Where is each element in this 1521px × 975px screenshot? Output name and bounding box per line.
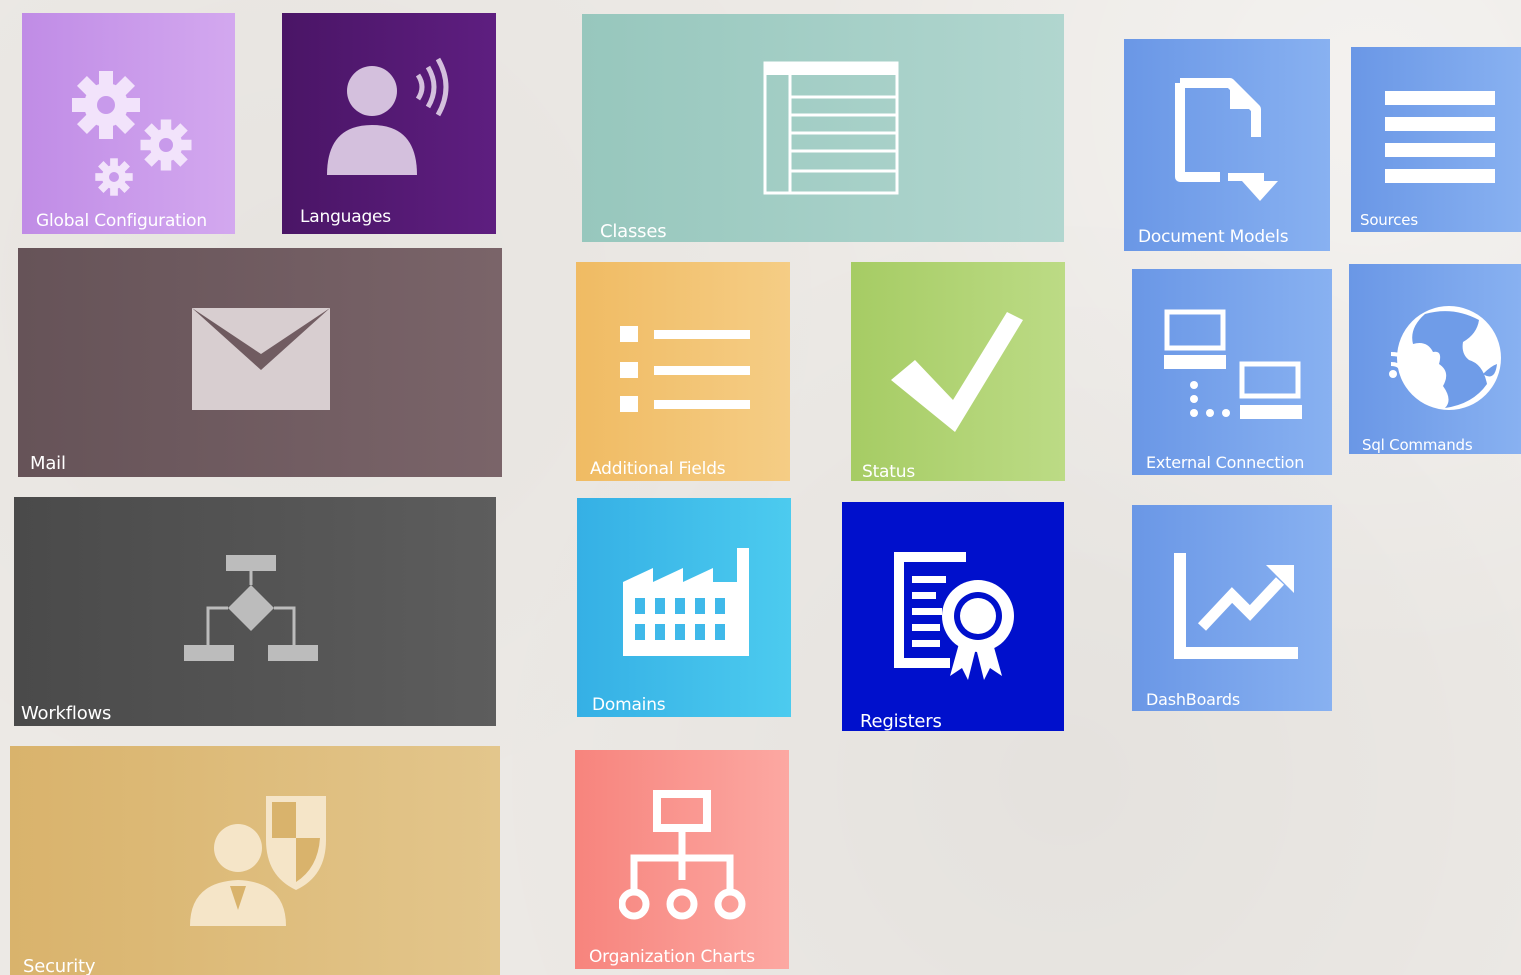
tile-label: Classes [600, 221, 667, 242]
tile-label: Status [862, 462, 915, 481]
user-shield-icon [190, 796, 326, 926]
tile-dashboards[interactable]: DashBoards [1132, 505, 1332, 711]
bulleted-list-icon [620, 326, 750, 412]
tile-label: Organization Charts [589, 947, 755, 967]
tile-label: Languages [300, 207, 391, 227]
factory-icon [623, 548, 749, 656]
tile-additional-fields[interactable]: Additional Fields [576, 262, 790, 481]
gears-icon [72, 71, 192, 196]
tile-registers[interactable]: Registers [842, 502, 1064, 731]
tile-classes[interactable]: Classes [582, 14, 1064, 242]
network-computers-icon [1164, 309, 1302, 419]
tile-organization-charts[interactable]: Organization Charts [575, 750, 789, 969]
tile-workflows[interactable]: Workflows [14, 497, 496, 726]
tile-document-models[interactable]: Document Models [1124, 39, 1330, 251]
tile-sources[interactable]: Sources [1351, 47, 1521, 232]
tile-label: Additional Fields [590, 459, 726, 479]
tile-label: External Connection [1146, 453, 1305, 472]
envelope-icon [192, 308, 330, 410]
tile-label: Security [23, 956, 96, 975]
tile-label: Domains [592, 695, 666, 715]
checkmark-icon [891, 312, 1023, 432]
tile-global-configuration[interactable]: Global Configuration [22, 13, 235, 234]
tile-label: Mail [30, 453, 66, 474]
table-icon [763, 61, 899, 195]
list-lines-icon [1385, 91, 1495, 183]
tile-external-connection[interactable]: External Connection [1132, 269, 1332, 475]
tile-label: Registers [860, 711, 942, 731]
tile-label: Sources [1360, 211, 1418, 229]
line-chart-icon [1174, 553, 1298, 659]
certificate-icon [894, 552, 1014, 680]
tile-security[interactable]: Security [10, 746, 500, 975]
document-arrow-icon [1175, 78, 1278, 201]
tile-label: Document Models [1138, 227, 1289, 247]
tile-label: Global Configuration [36, 211, 207, 231]
speaking-person-icon [327, 57, 449, 175]
tile-status[interactable]: Status [851, 262, 1065, 481]
tile-domains[interactable]: Domains [577, 498, 791, 717]
org-chart-icon [619, 790, 746, 920]
tile-label: Sql Commands [1362, 436, 1473, 454]
tile-label: Workflows [21, 703, 112, 724]
tile-mail[interactable]: Mail [18, 248, 502, 477]
globe-signal-icon [1389, 306, 1501, 410]
tile-sql-commands[interactable]: Sql Commands [1349, 264, 1521, 454]
tile-languages[interactable]: Languages [282, 13, 496, 234]
tile-label: DashBoards [1146, 690, 1240, 709]
flowchart-icon [184, 555, 318, 661]
